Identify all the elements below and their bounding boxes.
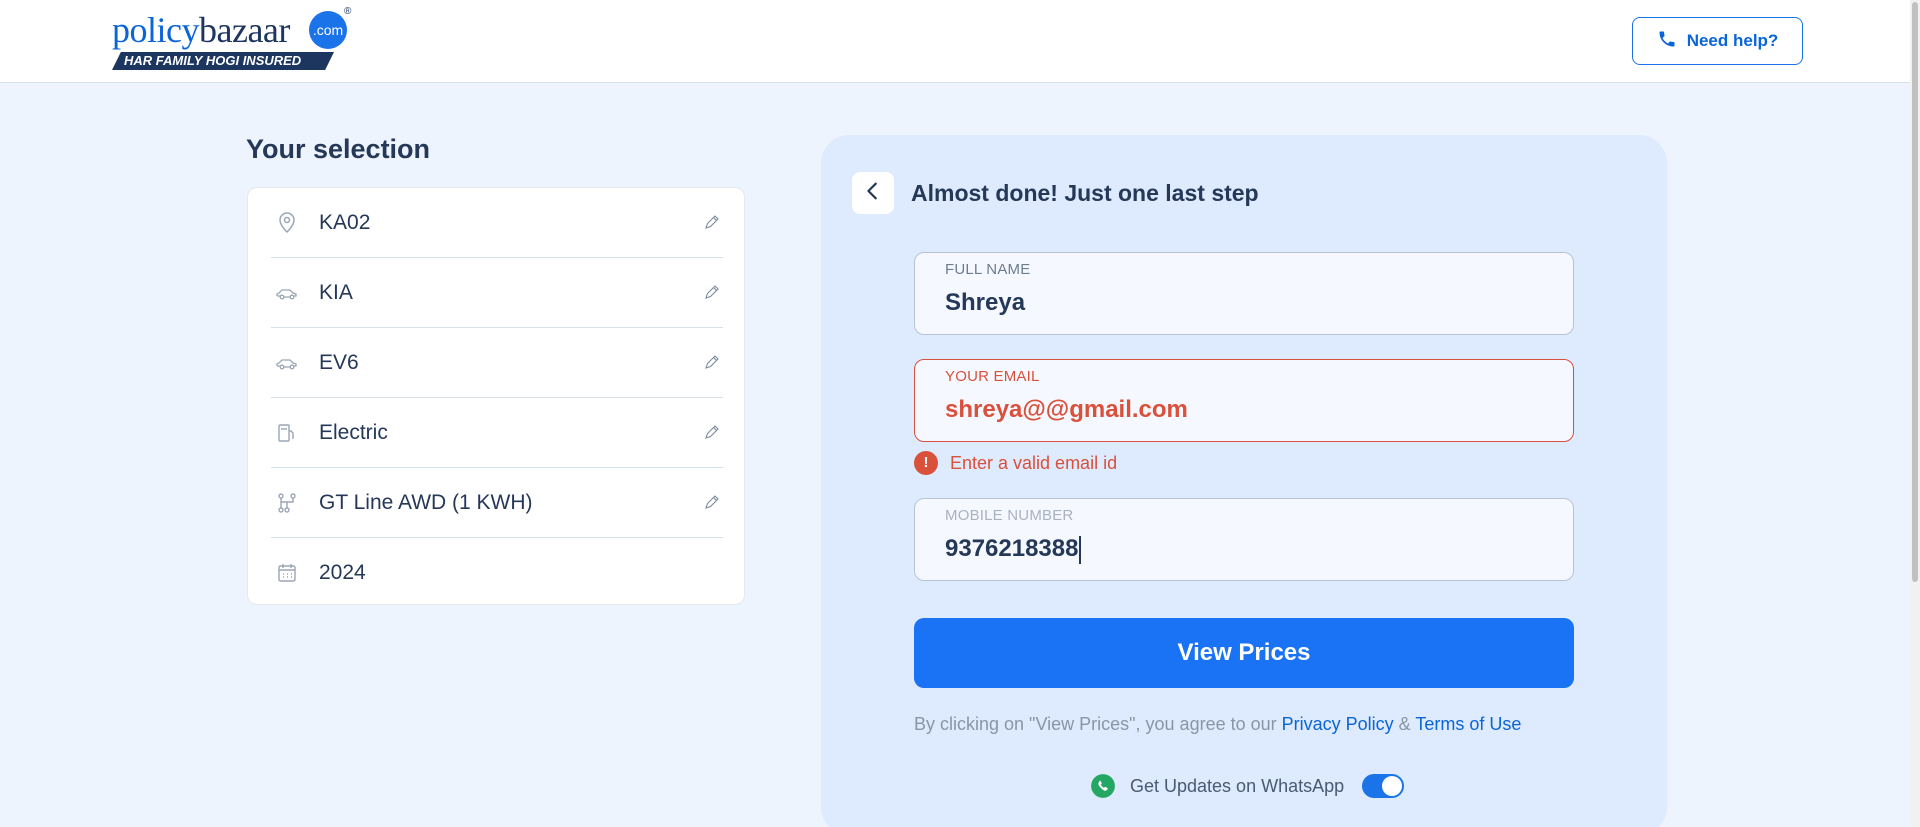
logo-registered-mark: ®: [344, 6, 352, 17]
terms-of-use-link[interactable]: Terms of Use: [1415, 714, 1521, 734]
terms-prefix: By clicking on "View Prices", you agree …: [914, 714, 1282, 734]
selection-item-label: GT Line AWD (1 KWH): [319, 491, 533, 514]
logo-tagline: HAR FAMILY HOGI INSURED: [112, 52, 334, 70]
logo-com-badge: .com: [309, 11, 347, 49]
selection-card: KA02 KIA EV6 Electric GT Line AWD (1 KWH…: [247, 187, 745, 605]
logo-part-bazaar: bazaar: [198, 10, 290, 50]
phone-icon: [1657, 29, 1677, 54]
full-name-field[interactable]: FULL NAME Shreya: [914, 252, 1574, 335]
mobile-number-label: MOBILE NUMBER: [945, 507, 1074, 524]
toggle-knob: [1382, 776, 1403, 796]
top-header: policybazaar .com ® HAR FAMILY HOGI INSU…: [0, 0, 1910, 83]
text-cursor: [1079, 535, 1082, 564]
need-help-label: Need help?: [1686, 31, 1779, 50]
selection-item-rto: KA02: [271, 188, 723, 258]
need-help-button[interactable]: Need help?: [1632, 17, 1803, 65]
form-title: Almost done! Just one last step: [911, 180, 1259, 206]
selection-item-label: EV6: [319, 351, 359, 374]
mobile-number-value: 9376218388: [945, 535, 1079, 562]
chevron-left-icon: [862, 180, 884, 207]
mobile-number-input[interactable]: 9376218388: [945, 535, 1082, 564]
error-alert-icon: !: [914, 451, 938, 475]
whatsapp-icon: [1090, 773, 1116, 799]
logo-part-policy: policy: [112, 10, 199, 50]
terms-ampersand: &: [1393, 714, 1416, 734]
pencil-icon[interactable]: [703, 353, 723, 373]
back-button[interactable]: [852, 172, 894, 214]
page-scrollbar[interactable]: [1910, 0, 1920, 827]
selection-item-label: 2024: [319, 561, 366, 584]
logo-wordmark: policybazaar: [112, 10, 290, 50]
email-value[interactable]: shreya@@gmail.com: [945, 396, 1188, 424]
selection-item-label: Electric: [319, 421, 388, 444]
selection-item-model: EV6: [271, 328, 723, 398]
mobile-number-field[interactable]: MOBILE NUMBER 9376218388: [914, 498, 1574, 581]
privacy-policy-link[interactable]: Privacy Policy: [1282, 714, 1394, 734]
email-error-text: Enter a valid email id: [950, 452, 1118, 473]
car-icon: [275, 350, 301, 376]
calendar-icon: [275, 560, 301, 586]
selection-item-year: 2024: [271, 538, 723, 608]
email-error-message: ! Enter a valid email id: [914, 451, 1117, 475]
pencil-icon[interactable]: [703, 213, 723, 233]
location-pin-icon: [275, 210, 301, 236]
selection-item-label: KIA: [319, 281, 353, 304]
policybazaar-logo[interactable]: policybazaar .com ® HAR FAMILY HOGI INSU…: [112, 6, 352, 72]
fuel-pump-icon: [275, 420, 301, 446]
whatsapp-updates-row: Get Updates on WhatsApp: [1090, 773, 1405, 799]
pencil-icon[interactable]: [703, 493, 723, 513]
full-name-label: FULL NAME: [945, 261, 1031, 278]
selection-item-fuel: Electric: [271, 398, 723, 468]
selection-item-variant: GT Line AWD (1 KWH): [271, 468, 723, 538]
selection-item-brand: KIA: [271, 258, 723, 328]
pencil-icon[interactable]: [703, 283, 723, 303]
car-icon: [275, 280, 301, 306]
whatsapp-toggle[interactable]: [1362, 774, 1405, 798]
selection-title: Your selection: [246, 134, 431, 164]
variant-icon: [275, 490, 301, 516]
pencil-icon[interactable]: [703, 423, 723, 443]
selection-item-label: KA02: [319, 211, 371, 234]
terms-consent-text: By clicking on "View Prices", you agree …: [914, 714, 1521, 735]
email-field[interactable]: YOUR EMAIL shreya@@gmail.com: [914, 359, 1574, 442]
full-name-value[interactable]: Shreya: [945, 289, 1025, 317]
email-label: YOUR EMAIL: [945, 368, 1040, 385]
whatsapp-label: Get Updates on WhatsApp: [1130, 775, 1345, 796]
scrollbar-thumb[interactable]: [1912, 2, 1918, 582]
view-prices-button[interactable]: View Prices: [914, 618, 1574, 688]
